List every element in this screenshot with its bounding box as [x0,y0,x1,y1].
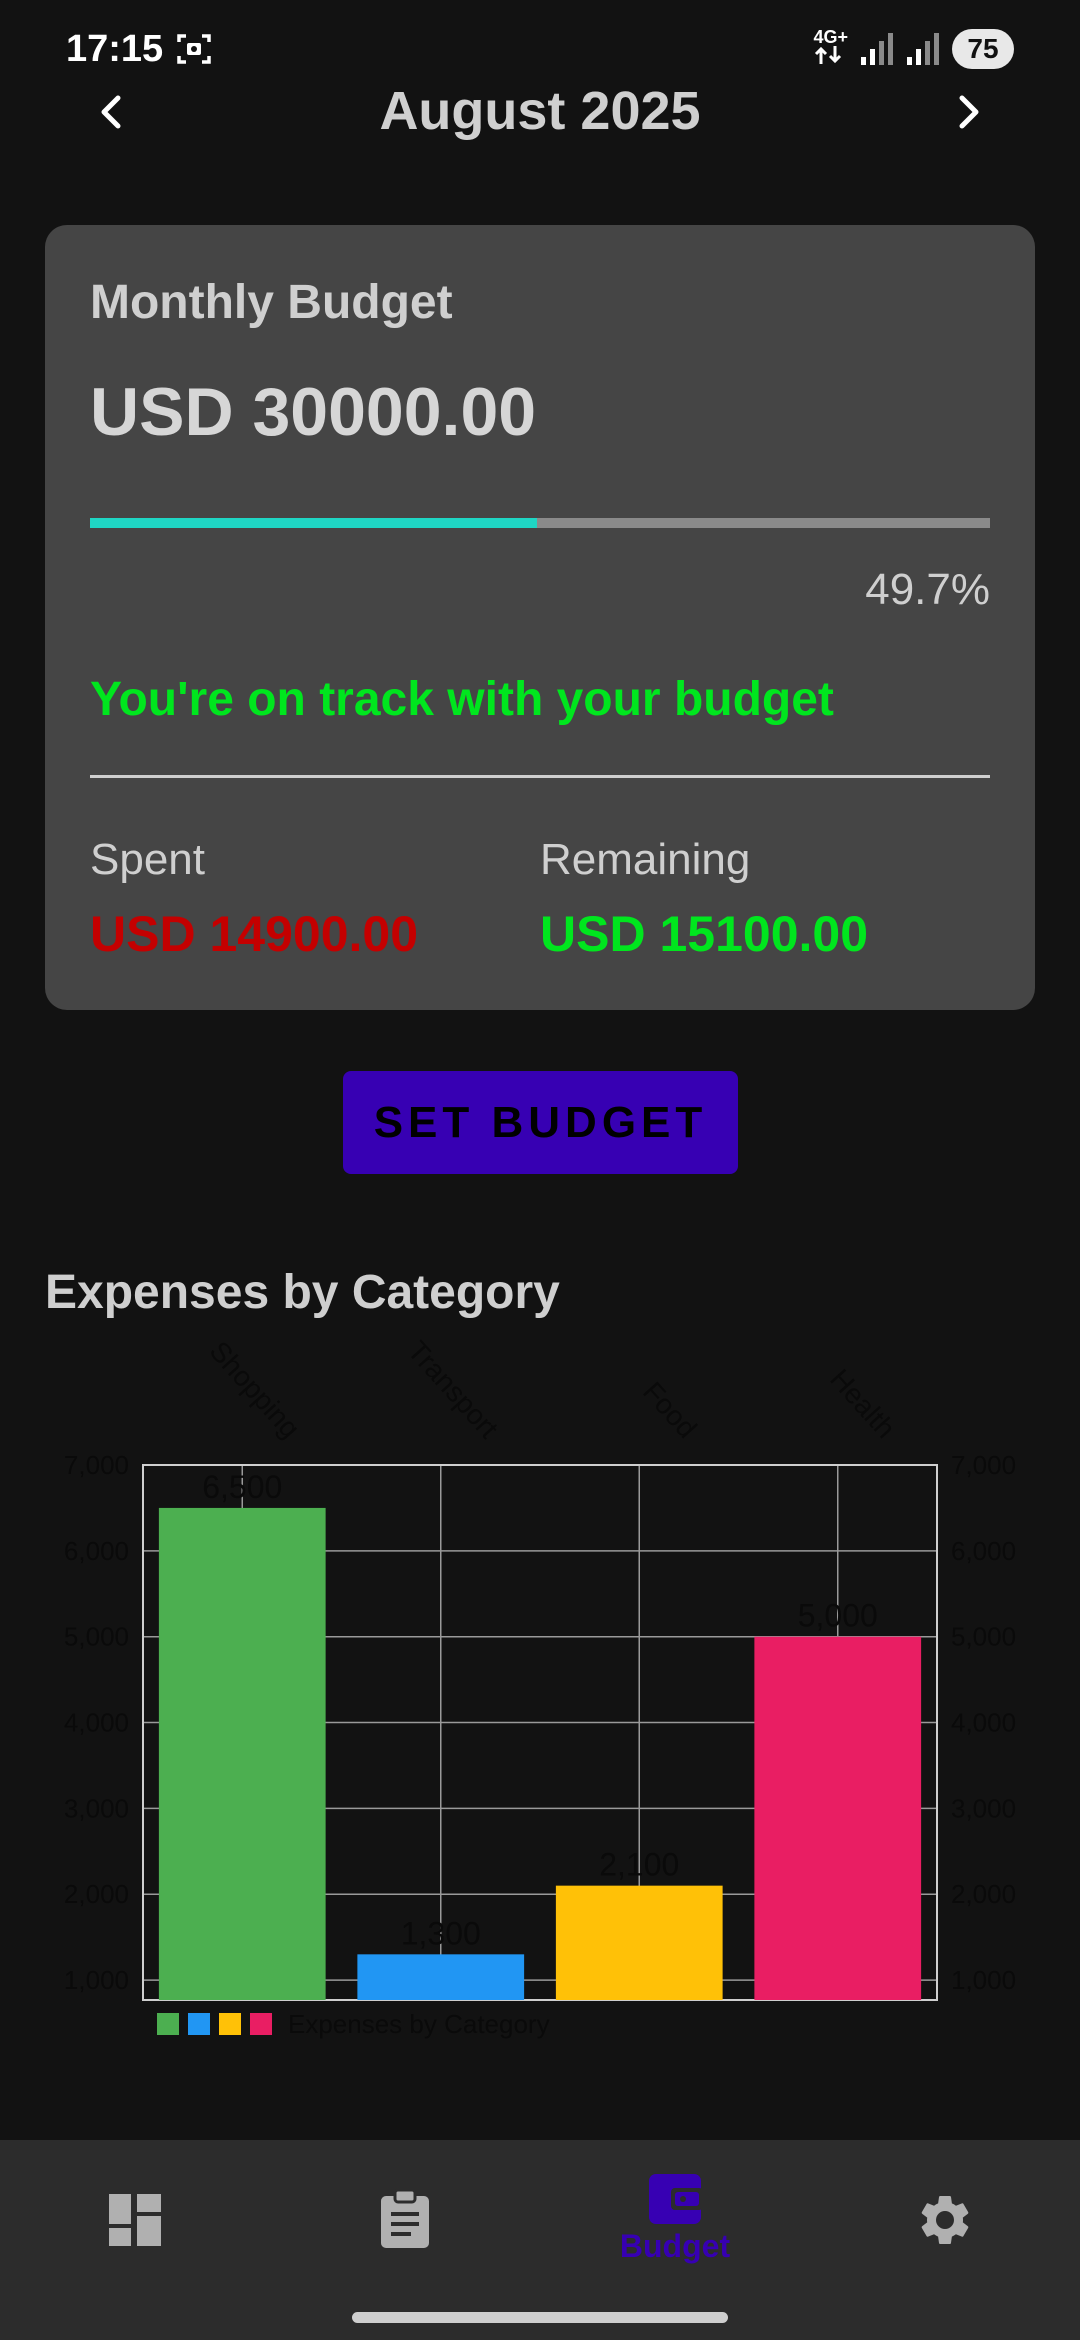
x-category-label: Transport [402,1335,505,1444]
legend-label: Expenses by Category [288,2009,550,2039]
y-tick-label-right: 7,000 [951,1450,1016,1480]
budget-card: Monthly Budget USD 30000.00 49.7% You're… [45,225,1035,1010]
expenses-bar-chart: 1,000 1,000 2,000 2,000 3,000 3,000 4,000 4,000… [64,1335,1016,2039]
bottom-navigation: Budget [0,2140,1080,2340]
month-title: August 2025 [379,81,701,141]
gear-icon [921,2196,969,2244]
bar-value-label: 1,300 [401,1915,481,1951]
y-tick-label-left: 5,000 [64,1622,129,1652]
remaining-value: USD 15100.00 [540,906,869,962]
y-tick-label-right: 3,000 [951,1793,1016,1823]
legend-swatch [250,2013,272,2035]
network-indicator: 4G+ [813,28,848,69]
nav-item-reports[interactable] [270,2140,540,2340]
y-tick-label-right: 4,000 [951,1708,1016,1738]
bar-shopping [158,1507,326,2000]
nav-label-budget: Budget [619,2228,731,2264]
card-divider [90,775,990,778]
status-icons: 4G+ 75 [813,28,1014,69]
chevron-right-icon[interactable] [948,92,988,132]
legend-swatch [188,2013,210,2035]
legend-swatch [157,2013,179,2035]
legend-swatch [219,2013,241,2035]
bar-health [754,1636,922,2000]
y-tick-label-right: 5,000 [951,1622,1016,1652]
y-tick-label-left: 3,000 [64,1793,129,1823]
bar-food [555,1885,723,2000]
status-time: 17:15 [66,28,164,70]
screenshot-icon [177,34,211,64]
budget-progress-fill [90,518,538,528]
wallet-icon [649,2174,703,2224]
budget-label: Monthly Budget [90,276,453,329]
y-tick-label-left: 4,000 [64,1708,129,1738]
nav-item-budget[interactable]: Budget [540,2140,810,2340]
remaining-label: Remaining [540,835,751,884]
nav-item-dashboard[interactable] [0,2140,270,2340]
bar-value-label: 2,100 [599,1847,679,1883]
y-tick-label-left: 1,000 [64,1965,129,1995]
signal-icon [861,32,893,65]
budget-progress-percent: 49.7% [865,565,990,614]
y-tick-label-right: 6,000 [951,1536,1016,1566]
y-tick-label-right: 1,000 [951,1965,1016,1995]
data-arrows-icon [815,46,842,64]
nav-item-settings[interactable] [810,2140,1080,2340]
expenses-section-title: Expenses by Category [45,1266,560,1319]
budget-progress-bar [90,518,990,528]
bar-value-label: 5,000 [798,1598,878,1634]
x-category-label: Shopping [204,1335,306,1444]
dashboard-icon [109,2194,161,2246]
network-label: 4G+ [813,27,848,47]
bar-transport [357,1954,525,2000]
spent-value: USD 14900.00 [90,906,419,962]
budget-status-message: You're on track with your budget [90,673,834,726]
clipboard-icon [381,2188,429,2248]
bar-value-label: 6,500 [202,1469,282,1505]
x-category-label: Health [824,1363,901,1444]
set-budget-button[interactable]: SET BUDGET [343,1071,738,1174]
y-tick-label-right: 2,000 [951,1879,1016,1909]
y-tick-label-left: 6,000 [64,1536,129,1566]
home-indicator [352,2312,728,2323]
signal-icon-2 [907,32,939,65]
x-category-label: Food [637,1376,703,1444]
spent-label: Spent [90,835,205,884]
battery-indicator: 75 [952,28,1014,69]
y-tick-label-left: 7,000 [64,1450,129,1480]
budget-amount: USD 30000.00 [90,374,537,450]
y-tick-label-left: 2,000 [64,1879,129,1909]
